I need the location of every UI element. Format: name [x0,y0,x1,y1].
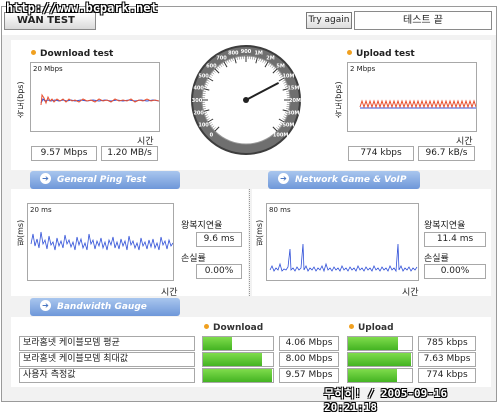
gauge-tick-label: 10M [282,74,294,80]
download-bar [202,336,274,351]
gauge-tick-label: 100 [198,123,209,129]
download-speed-Bps: 1.20 MB/s [101,146,158,161]
gauge-tick-label: 400 [193,85,204,91]
gauge-tick-label: 50M [282,123,294,129]
game-rtt-value: 11.4 ms [424,232,486,247]
bandwidth-header: ➔ Bandwidth Gauge [30,298,180,316]
upload-bar [347,336,413,351]
download-y-label: 속도(bps) [15,66,26,118]
gauge-tick-label: 2M [266,56,274,62]
gauge-tick-label: 5M [276,63,284,69]
ping-y-label: 핑(ms) [15,206,26,246]
game-x-label: 시간 [402,285,419,298]
gauge-tick-label: 100M [273,133,288,139]
ping-loss-value: 0.00% [196,264,242,279]
ping-rtt-label: 왕복지연율 [181,218,222,231]
upload-speed-bps: 774 kbps [348,146,414,161]
game-graph: 80 ms [266,203,419,281]
bandwidth-row-label: 보라홈넷 케이블모뎀 평균 [19,336,195,351]
gauge-tick-label: 900 [241,49,252,55]
game-y-label: 핑(ms) [254,206,265,246]
ping-graph: 20 ms [27,203,174,281]
panel-divider [249,189,251,296]
download-bar-fill [203,353,262,366]
download-bar-value: 9.57 Mbps [279,368,339,383]
bandwidth-download-label: Download [204,323,263,333]
ping-rtt-value: 9.6 ms [196,232,242,247]
upload-test-label: Upload test [347,49,415,59]
upload-speed-Bps: 96.7 kB/s [418,146,475,161]
download-dot-icon [31,50,36,55]
bandwidth-row-label: 사용자 측정값 [19,368,195,383]
upload-y-label: 속도(bps) [333,66,344,118]
bandwidth-row-label: 보라홈넷 케이블모뎀 최대값 [19,352,195,367]
bandwidth-upload-label-text: Upload [358,323,394,333]
upload-bar [347,368,413,383]
download-dot-icon [204,324,209,329]
bandwidth-upload-label: Upload [349,323,394,333]
gauge-tick-label: 30M [287,111,299,117]
upload-bar-value: 7.63 Mbps [418,352,476,367]
upload-bar-fill [348,337,398,350]
gauge-tick-label: 15M [287,85,299,91]
upload-bar [347,352,413,367]
arrow-right-icon: ➔ [278,173,289,184]
ping-x-label: 시간 [161,285,178,298]
ping-test-header: ➔ General Ping Test [30,171,180,189]
speed-gauge: 0100 200 300 400 500 6007008009001M 2M5M 10M 15M… [190,44,302,156]
download-bar [202,368,274,383]
gauge-tick-label: 200 [193,111,204,117]
upload-bar-fill [348,369,397,382]
status-field: 테스트 끝 [354,11,492,30]
game-rtt-label: 왕복지연율 [424,218,465,231]
download-bar [202,352,274,367]
game-loss-label: 손실률 [424,251,449,264]
upload-dot-icon [347,50,352,55]
download-bar-fill [203,369,272,382]
ping-trace [28,204,174,281]
upload-graph: 2 Mbps [347,62,477,132]
watermark: http://www.bcpark.net [6,1,158,15]
gauge-tick-label: 0 [210,133,214,139]
ping-test-header-text: General Ping Test [57,175,146,185]
arrow-right-icon: ➔ [40,300,51,311]
download-test-label-text: Download test [40,49,113,59]
gauge-tick-label: 800 [228,51,239,57]
game-trace [267,204,419,281]
upload-bar-value: 774 kbps [418,368,476,383]
try-again-button[interactable]: Try again [306,12,352,29]
gauge-tick-label: 600 [206,63,217,69]
download-trace [31,63,160,132]
download-speed-bps: 9.57 Mbps [31,146,97,161]
footer-stamp: 무히히! / 2005-09-16 20:21:18 [324,385,500,414]
gauge-tick-label: 1M [254,51,262,57]
upload-dot-icon [349,324,354,329]
ping-loss-label: 손실률 [181,251,206,264]
download-test-label: Download test [31,49,113,59]
gauge-tick-label: 300 [192,98,203,104]
gauge-tick-label: 700 [216,56,227,62]
game-test-header: ➔Network Game & VoIP Test [268,171,420,189]
game-loss-value: 0.00% [424,264,486,279]
gauge-tick-label: 500 [198,74,209,80]
arrow-right-icon: ➔ [40,173,51,184]
download-graph: 20 Mbps [30,62,160,132]
download-bar-fill [203,337,232,350]
gauge-tick-label: 20M [289,98,301,104]
upload-test-label-text: Upload test [356,49,415,59]
download-bar-value: 4.06 Mbps [279,336,339,351]
upload-bar-fill [348,353,411,366]
bandwidth-download-label-text: Download [213,323,263,333]
bandwidth-header-text: Bandwidth Gauge [57,302,147,312]
upload-trace [348,63,477,132]
upload-bar-value: 785 kbps [418,336,476,351]
download-bar-value: 8.00 Mbps [279,352,339,367]
